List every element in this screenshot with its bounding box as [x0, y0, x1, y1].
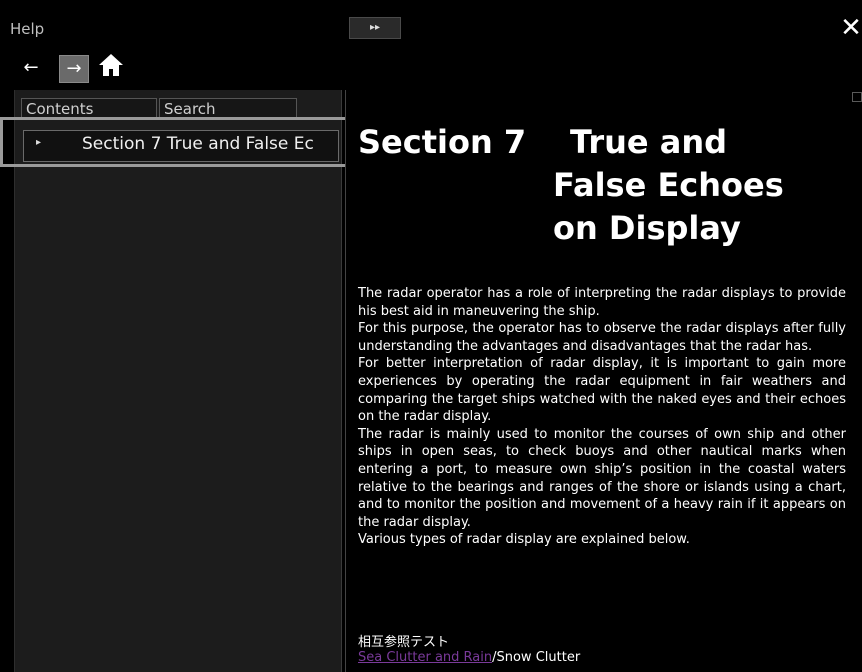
help-window: Help ▸▸ ✕ ← → Contents Search ▸ Section … — [0, 0, 862, 672]
paragraph: The radar operator has a role of interpr… — [358, 286, 846, 319]
section-number: Section 7 — [358, 123, 527, 161]
title-line-1: True and — [570, 123, 727, 161]
cross-reference-line: Sea Clutter and Rain/Snow Clutter — [358, 650, 580, 665]
back-button[interactable]: ← — [16, 55, 46, 83]
link-suffix: /Snow Clutter — [492, 650, 581, 665]
title-bar: Help ▸▸ ✕ — [0, 0, 862, 42]
home-icon — [99, 54, 123, 76]
home-button[interactable] — [96, 52, 126, 80]
arrow-right-icon: → — [66, 58, 82, 79]
arrow-left-icon: ← — [23, 57, 39, 78]
paragraph: Various types of radar display are expla… — [358, 532, 690, 548]
highlight-frame — [0, 117, 350, 167]
paragraph: For this purpose, the operator has to ob… — [358, 321, 846, 354]
corner-marker — [852, 92, 862, 102]
title-line-3: on Display — [553, 209, 741, 247]
toggle-pane-button[interactable]: ▸▸ — [349, 17, 401, 39]
navigation-pane: Contents Search ▸ Section 7 True and Fal… — [14, 90, 342, 672]
forward-button[interactable]: → — [59, 55, 89, 83]
navigation-toolbar: ← → — [0, 42, 862, 90]
paragraph: For better interpretation of radar displ… — [358, 356, 846, 425]
window-title: Help — [10, 20, 45, 38]
sea-clutter-link[interactable]: Sea Clutter and Rain — [358, 650, 492, 665]
body-text: The radar operator has a role of interpr… — [358, 285, 846, 549]
paragraph: The radar is mainly used to monitor the … — [358, 426, 846, 530]
cross-reference-label: 相互参照テスト — [358, 635, 450, 650]
title-line-2: False Echoes — [553, 166, 784, 204]
close-button[interactable]: ✕ — [840, 14, 862, 42]
